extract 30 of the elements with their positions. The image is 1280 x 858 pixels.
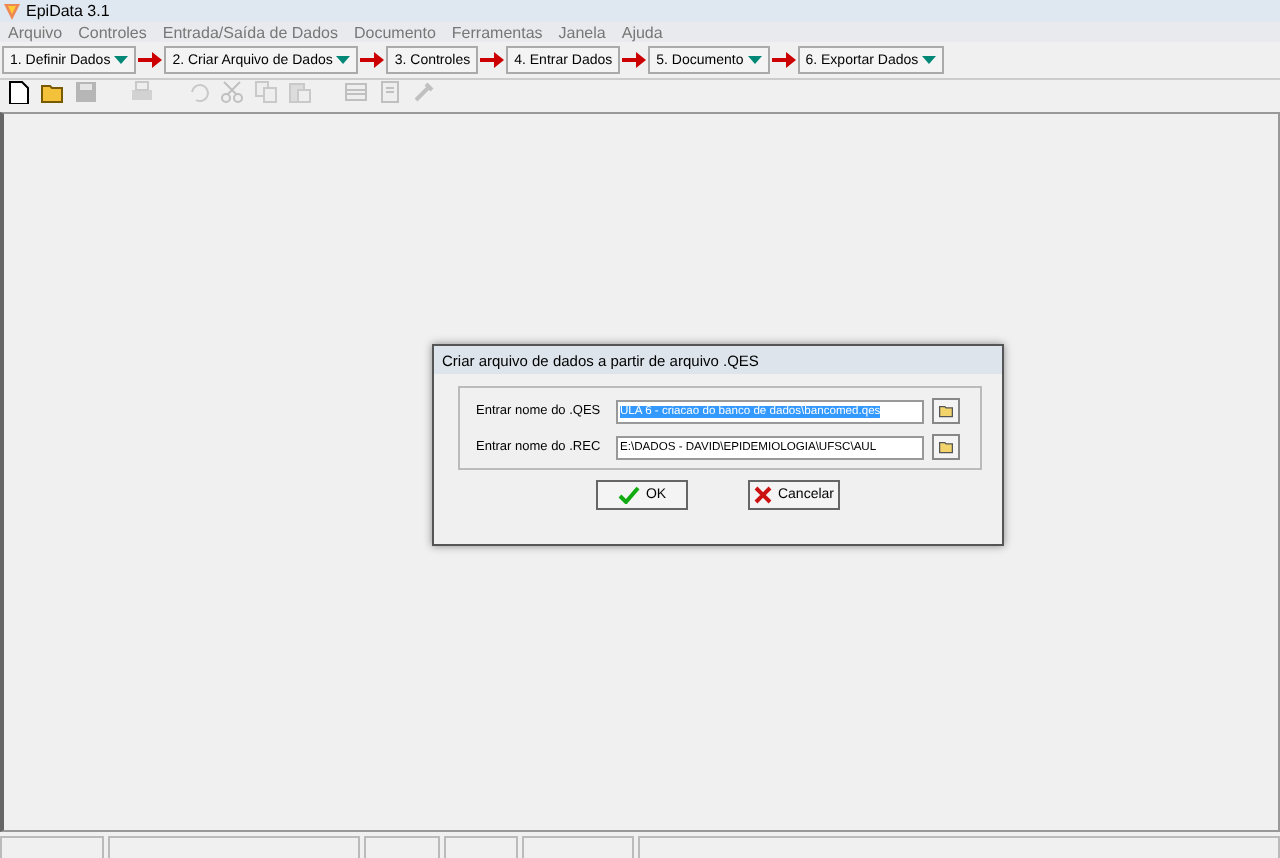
dropdown-caret-icon — [747, 55, 762, 65]
window-title: EpiData 3.1 — [26, 2, 110, 20]
status-panel — [0, 836, 104, 858]
menu-item[interactable]: Documento — [354, 23, 436, 41]
browse-button[interactable] — [932, 398, 960, 424]
dropdown-caret-icon — [336, 55, 351, 65]
arrow-icon — [771, 52, 796, 68]
status-panel — [521, 836, 633, 858]
menu-item[interactable]: Entrada/Saída de Dados — [162, 23, 338, 41]
menu-item[interactable]: Ajuda — [621, 23, 663, 41]
cross-icon — [753, 486, 772, 504]
menu-item[interactable]: Janela — [558, 23, 606, 41]
arrow-icon — [138, 52, 163, 68]
folder-icon — [938, 440, 954, 454]
arrow-icon — [480, 52, 505, 68]
status-panel — [443, 836, 518, 858]
menu-item[interactable]: Controles — [78, 23, 147, 41]
app-logo-icon — [4, 3, 20, 19]
arrow-icon — [622, 52, 647, 68]
dropdown-caret-icon — [114, 55, 129, 65]
folder-icon — [938, 404, 954, 418]
browse-button[interactable] — [932, 434, 960, 460]
folder-icon[interactable] — [40, 80, 64, 104]
dropdown-caret-icon — [922, 55, 937, 65]
status-panel — [363, 836, 440, 858]
menu-item[interactable]: Arquivo — [8, 23, 63, 41]
new-document-icon[interactable] — [6, 80, 30, 104]
menu-item[interactable]: Ferramentas — [451, 23, 543, 41]
arrow-icon — [360, 52, 385, 68]
checkmark-icon — [617, 486, 640, 504]
